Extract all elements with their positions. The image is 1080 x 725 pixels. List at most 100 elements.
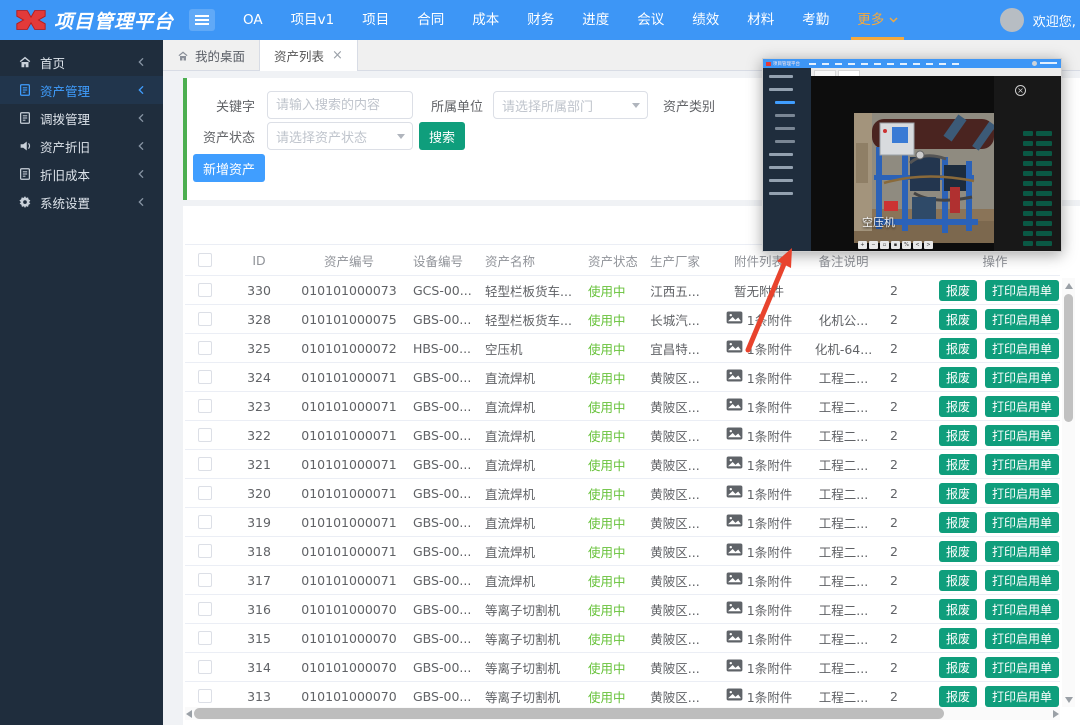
scrap-button[interactable]: 报废 bbox=[939, 628, 977, 649]
horizontal-scroll-thumb[interactable] bbox=[194, 708, 944, 719]
avatar[interactable] bbox=[1000, 8, 1024, 32]
attachment-count-link[interactable]: 1条附件 bbox=[747, 571, 792, 590]
scrap-button[interactable]: 报废 bbox=[939, 309, 977, 330]
sidebar-item-3[interactable]: 资产折旧 bbox=[0, 132, 163, 160]
row-checkbox[interactable] bbox=[198, 283, 212, 297]
scrap-button[interactable]: 报废 bbox=[939, 657, 977, 678]
scrap-button[interactable]: 报废 bbox=[939, 367, 977, 388]
vertical-scrollbar[interactable] bbox=[1062, 278, 1075, 707]
row-checkbox[interactable] bbox=[198, 457, 212, 471]
scrap-button[interactable]: 报废 bbox=[939, 280, 977, 301]
row-checkbox[interactable] bbox=[198, 660, 212, 674]
row-checkbox[interactable] bbox=[198, 486, 212, 500]
horizontal-scrollbar[interactable] bbox=[185, 707, 1060, 720]
scrap-button[interactable]: 报废 bbox=[939, 338, 977, 359]
status-select[interactable]: 请选择资产状态 bbox=[267, 122, 413, 150]
unit-select[interactable]: 请选择所属部门 bbox=[493, 91, 648, 119]
row-checkbox[interactable] bbox=[198, 689, 212, 703]
scroll-down-arrow[interactable] bbox=[1065, 697, 1073, 703]
print-enable-button[interactable]: 打印启用单 bbox=[985, 454, 1059, 475]
viewer-tool-5[interactable]: < bbox=[913, 241, 922, 249]
viewer-close-icon[interactable]: × bbox=[1015, 85, 1026, 96]
tab-asset-list[interactable]: 资产列表 × bbox=[260, 40, 358, 71]
sidebar-item-5[interactable]: 系统设置 bbox=[0, 188, 163, 216]
print-enable-button[interactable]: 打印启用单 bbox=[985, 512, 1059, 533]
search-button[interactable]: 搜索 bbox=[419, 122, 465, 150]
print-enable-button[interactable]: 打印启用单 bbox=[985, 483, 1059, 504]
row-checkbox[interactable] bbox=[198, 312, 212, 326]
attachment-count-link[interactable]: 1条附件 bbox=[747, 339, 792, 358]
attachment-count-link[interactable]: 1条附件 bbox=[747, 368, 792, 387]
sidebar-item-0[interactable]: 首页 bbox=[0, 48, 163, 76]
scrap-button[interactable]: 报废 bbox=[939, 483, 977, 504]
add-asset-button[interactable]: 新增资产 bbox=[193, 154, 265, 182]
nav-item-0[interactable]: OA bbox=[229, 0, 277, 40]
attachment-count-link[interactable]: 1条附件 bbox=[747, 513, 792, 532]
viewer-tool-2[interactable]: ▫ bbox=[880, 241, 889, 249]
scroll-up-arrow[interactable] bbox=[1065, 283, 1073, 289]
nav-item-5[interactable]: 财务 bbox=[513, 0, 568, 40]
scroll-left-arrow[interactable] bbox=[186, 710, 192, 718]
row-checkbox[interactable] bbox=[198, 544, 212, 558]
scrap-button[interactable]: 报废 bbox=[939, 599, 977, 620]
viewer-tool-4[interactable]: % bbox=[902, 241, 911, 249]
print-enable-button[interactable]: 打印启用单 bbox=[985, 309, 1059, 330]
print-enable-button[interactable]: 打印启用单 bbox=[985, 338, 1059, 359]
scrap-button[interactable]: 报废 bbox=[939, 396, 977, 417]
row-checkbox[interactable] bbox=[198, 631, 212, 645]
menu-toggle-button[interactable] bbox=[189, 9, 215, 31]
row-checkbox[interactable] bbox=[198, 370, 212, 384]
attachment-count-link[interactable]: 1条附件 bbox=[747, 658, 792, 677]
viewer-tool-1[interactable]: − bbox=[869, 241, 878, 249]
nav-item-6[interactable]: 进度 bbox=[568, 0, 623, 40]
row-checkbox[interactable] bbox=[198, 341, 212, 355]
nav-item-2[interactable]: 项目 bbox=[348, 0, 403, 40]
viewer-tool-3[interactable]: ▪ bbox=[891, 241, 900, 249]
row-checkbox[interactable] bbox=[198, 515, 212, 529]
scrap-button[interactable]: 报废 bbox=[939, 686, 977, 707]
row-checkbox[interactable] bbox=[198, 428, 212, 442]
vertical-scroll-thumb[interactable] bbox=[1064, 294, 1073, 422]
nav-item-4[interactable]: 成本 bbox=[458, 0, 513, 40]
select-all-checkbox[interactable] bbox=[198, 253, 212, 267]
print-enable-button[interactable]: 打印启用单 bbox=[985, 541, 1059, 562]
attachment-count-link[interactable]: 1条附件 bbox=[747, 629, 792, 648]
print-enable-button[interactable]: 打印启用单 bbox=[985, 367, 1059, 388]
scrap-button[interactable]: 报废 bbox=[939, 512, 977, 533]
attachment-count-link[interactable]: 1条附件 bbox=[747, 484, 792, 503]
attachment-count-link[interactable]: 1条附件 bbox=[747, 310, 792, 329]
print-enable-button[interactable]: 打印启用单 bbox=[985, 686, 1059, 707]
nav-item-3[interactable]: 合同 bbox=[403, 0, 458, 40]
print-enable-button[interactable]: 打印启用单 bbox=[985, 425, 1059, 446]
print-enable-button[interactable]: 打印启用单 bbox=[985, 570, 1059, 591]
print-enable-button[interactable]: 打印启用单 bbox=[985, 599, 1059, 620]
row-checkbox[interactable] bbox=[198, 573, 212, 587]
sidebar-item-2[interactable]: 调拨管理 bbox=[0, 104, 163, 132]
nav-item-10[interactable]: 考勤 bbox=[788, 0, 843, 40]
print-enable-button[interactable]: 打印启用单 bbox=[985, 628, 1059, 649]
nav-item-7[interactable]: 会议 bbox=[623, 0, 678, 40]
viewer-tool-0[interactable]: + bbox=[858, 241, 867, 249]
row-checkbox[interactable] bbox=[198, 399, 212, 413]
attachment-count-link[interactable]: 1条附件 bbox=[747, 397, 792, 416]
print-enable-button[interactable]: 打印启用单 bbox=[985, 396, 1059, 417]
nav-item-more[interactable]: 更多 bbox=[843, 0, 912, 40]
scrap-button[interactable]: 报废 bbox=[939, 570, 977, 591]
close-icon[interactable]: × bbox=[332, 48, 343, 63]
scrap-button[interactable]: 报废 bbox=[939, 454, 977, 475]
print-enable-button[interactable]: 打印启用单 bbox=[985, 280, 1059, 301]
attachment-count-link[interactable]: 1条附件 bbox=[747, 455, 792, 474]
scrap-button[interactable]: 报废 bbox=[939, 541, 977, 562]
viewer-tool-6[interactable]: > bbox=[924, 241, 933, 249]
print-enable-button[interactable]: 打印启用单 bbox=[985, 657, 1059, 678]
attachment-count-link[interactable]: 1条附件 bbox=[747, 687, 792, 706]
sidebar-item-1[interactable]: 资产管理 bbox=[0, 76, 163, 104]
sidebar-item-4[interactable]: 折旧成本 bbox=[0, 160, 163, 188]
attachment-count-link[interactable]: 1条附件 bbox=[747, 542, 792, 561]
keyword-input[interactable] bbox=[276, 98, 404, 113]
tab-my-desktop[interactable]: 我的桌面 bbox=[163, 40, 260, 71]
nav-item-1[interactable]: 项目v1 bbox=[277, 0, 349, 40]
nav-item-8[interactable]: 绩效 bbox=[678, 0, 733, 40]
scroll-right-arrow[interactable] bbox=[1053, 710, 1059, 718]
attachment-count-link[interactable]: 1条附件 bbox=[747, 600, 792, 619]
